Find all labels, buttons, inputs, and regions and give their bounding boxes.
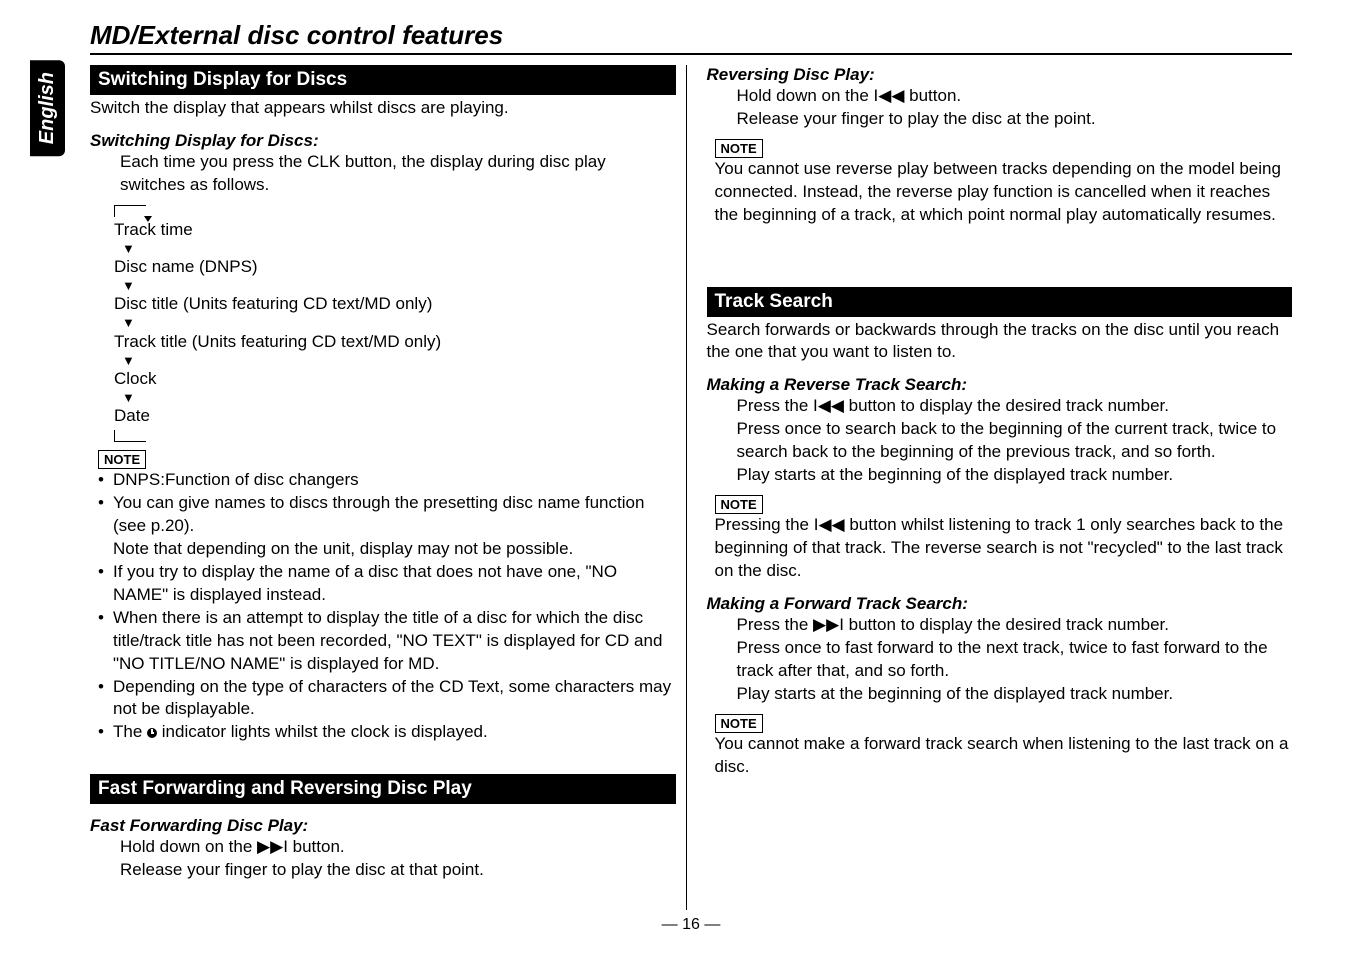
action-body: Press the I◀◀ button to display the desi… [737,395,1293,487]
down-arrow-icon: ▼ [122,316,676,330]
left-column: Switching Display for Discs Switch the d… [90,65,687,910]
down-arrow-icon: ▼ [122,354,676,368]
next-track-icon: ▶▶I [813,615,844,634]
note-text: Depending on the type of characters of t… [113,676,676,722]
next-track-icon: ▶▶I [257,837,288,856]
note-text: Pressing the I◀◀ button whilst listening… [715,514,1293,583]
flow-item: Track time [114,219,676,242]
action-title: Making a Reverse Track Search: [707,375,1293,395]
note-label: NOTE [715,495,763,514]
action-title: Making a Forward Track Search: [707,594,1293,614]
note-text: If you try to display the name of a disc… [113,561,676,607]
note-label: NOTE [715,139,763,158]
prev-track-icon: I◀◀ [814,515,845,534]
clock-icon [147,728,157,738]
action-body: Each time you press the CLK button, the … [120,151,676,197]
action-body: Press the ▶▶I button to display the desi… [737,614,1293,706]
action-body: Hold down on the I◀◀ button. Release you… [737,85,1293,131]
prev-track-icon: I◀◀ [874,86,905,105]
down-arrow-icon: ▼ [122,279,676,293]
action-title: Fast Forwarding Disc Play: [90,816,676,836]
section-switching-display: Switching Display for Discs [90,65,676,95]
down-arrow-icon: ▼ [122,391,676,405]
note-list: •DNPS:Function of disc changers •You can… [98,469,676,744]
note-text: The indicator lights whilst the clock is… [113,721,488,744]
section-fast-forward: Fast Forwarding and Reversing Disc Play [90,774,676,804]
language-tab: English [30,60,65,156]
action-body: Hold down on the ▶▶I button. Release you… [120,836,676,882]
display-flow: Track time ▼ Disc name (DNPS) ▼ Disc tit… [114,205,676,442]
note-text: When there is an attempt to display the … [113,607,676,676]
flow-item: Date [114,405,676,428]
note-text: DNPS:Function of disc changers [113,469,359,492]
section-track-search: Track Search [707,287,1293,317]
action-title: Reversing Disc Play: [707,65,1293,85]
note-label: NOTE [715,714,763,733]
note-label: NOTE [98,450,146,469]
right-column: Reversing Disc Play: Hold down on the I◀… [707,65,1293,910]
section-subtitle: Search forwards or backwards through the… [707,319,1293,363]
action-title: Switching Display for Discs: [90,131,676,151]
note-text: You cannot make a forward track search w… [715,733,1293,779]
page-number: — 16 — [90,916,1292,934]
note-text: You cannot use reverse play between trac… [715,158,1293,227]
prev-track-icon: I◀◀ [813,396,844,415]
page-title: MD/External disc control features [90,20,1292,55]
flow-item: Disc title (Units featuring CD text/MD o… [114,293,676,316]
section-subtitle: Switch the display that appears whilst d… [90,97,676,119]
note-text: Note that depending on the unit, display… [113,538,573,561]
flow-item: Track title (Units featuring CD text/MD … [114,331,676,354]
note-text: You can give names to discs through the … [113,492,676,538]
page-content: MD/External disc control features Switch… [90,20,1292,934]
flow-item: Clock [114,368,676,391]
flow-item: Disc name (DNPS) [114,256,676,279]
down-arrow-icon: ▼ [122,242,676,256]
